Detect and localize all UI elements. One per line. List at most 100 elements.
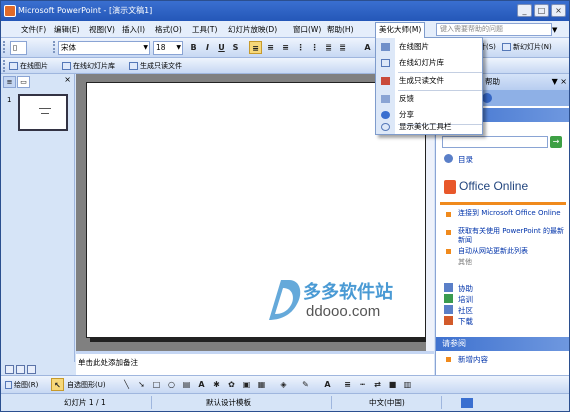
thumb-title-line bbox=[39, 108, 51, 109]
share-icon bbox=[381, 111, 390, 119]
menu-item-show-toolbar[interactable]: 显示美化工具栏 bbox=[376, 119, 482, 135]
menu-beautify-master[interactable]: 美化大师(M) bbox=[375, 22, 426, 38]
document-icon bbox=[381, 77, 390, 85]
link-download[interactable]: 下载 bbox=[458, 316, 473, 327]
close-icon[interactable]: × bbox=[64, 75, 71, 84]
menu-item-readonly-file[interactable]: 生成只读文件 bbox=[376, 73, 482, 89]
draw-icon bbox=[5, 381, 12, 389]
bold-button[interactable]: B bbox=[187, 41, 200, 54]
arrow-style-button[interactable]: ⇄ bbox=[371, 378, 384, 391]
normal-view-button[interactable] bbox=[5, 365, 14, 374]
home-icon[interactable] bbox=[482, 93, 492, 103]
beautify-master-menu: 在线图片 在线幻灯片库 生成只读文件 反馈 分享 显示美化工具栏 bbox=[375, 37, 483, 135]
font-color-button[interactable]: A bbox=[361, 41, 374, 54]
menu-file[interactable]: 文件(F) bbox=[18, 23, 49, 36]
online-picture-button[interactable]: 在线图片 bbox=[8, 60, 48, 72]
align-left-button[interactable]: ≡ bbox=[249, 41, 262, 54]
shadow-style-button[interactable]: ■ bbox=[386, 378, 399, 391]
menu-window[interactable]: 窗口(W) bbox=[290, 23, 324, 36]
menu-edit[interactable]: 编辑(E) bbox=[51, 23, 83, 36]
align-center-button[interactable]: ≡ bbox=[264, 41, 277, 54]
wordart-tool-button[interactable]: A bbox=[195, 378, 208, 391]
textbox-tool-button[interactable]: ▤ bbox=[180, 378, 193, 391]
line-tool-button[interactable]: ╲ bbox=[120, 378, 133, 391]
see-also-header: 请参阅 bbox=[436, 337, 569, 351]
new-slide-icon bbox=[502, 43, 511, 51]
tab-outline[interactable]: ≡ bbox=[3, 76, 16, 88]
select-arrow-button[interactable]: ↖ bbox=[51, 378, 64, 391]
close-button[interactable]: × bbox=[551, 4, 566, 17]
link-news[interactable]: 获取有关使用 PowerPoint 的最新新闻 bbox=[458, 227, 564, 245]
more-link[interactable]: 其他 bbox=[458, 257, 472, 267]
italic-button[interactable]: I bbox=[201, 41, 214, 54]
notes-pane[interactable]: 单击此处添加备注 bbox=[76, 351, 434, 375]
menu-item-online-picture[interactable]: 在线图片 bbox=[376, 39, 482, 55]
menu-item-feedback[interactable]: 反馈 bbox=[376, 91, 482, 107]
fill-color-button[interactable]: ◈ bbox=[277, 378, 290, 391]
slide-number: 1 bbox=[7, 96, 12, 104]
new-slide-button[interactable]: 新幻灯片(N) bbox=[501, 41, 552, 53]
online-slide-library-button[interactable]: 在线幻灯片库 bbox=[61, 60, 115, 72]
readonly-file-button[interactable]: 生成只读文件 bbox=[128, 60, 182, 72]
autoshape-button[interactable]: 自选图形(U) bbox=[67, 379, 106, 391]
font-color-draw-button[interactable]: A bbox=[321, 378, 334, 391]
help-search-input[interactable]: 键入需要帮助的问题 bbox=[436, 23, 552, 36]
new-button[interactable]: ▯ bbox=[10, 41, 27, 55]
line-style-button[interactable]: ≡ bbox=[341, 378, 354, 391]
3d-style-button[interactable]: ▥ bbox=[401, 378, 414, 391]
toc-link[interactable]: 目录 bbox=[458, 154, 473, 165]
minimize-button[interactable]: _ bbox=[517, 4, 532, 17]
link-office-online[interactable]: 连接到 Microsoft Office Online bbox=[458, 209, 562, 218]
clipart-tool-button[interactable]: ✿ bbox=[225, 378, 238, 391]
notes-placeholder: 单击此处添加备注 bbox=[78, 358, 138, 367]
font-name-select[interactable]: 宋体 ▼ bbox=[58, 41, 150, 55]
increase-indent-button[interactable]: ≣ bbox=[336, 41, 349, 54]
menu-item-online-library[interactable]: 在线幻灯片库 bbox=[376, 55, 482, 71]
help-search-field[interactable] bbox=[442, 136, 548, 148]
menu-tools[interactable]: 工具(T) bbox=[189, 23, 220, 36]
numbering-button[interactable]: ⋮ bbox=[294, 41, 307, 54]
arrow-tool-button[interactable]: ➘ bbox=[135, 378, 148, 391]
link-new-content[interactable]: 新增内容 bbox=[458, 354, 488, 365]
addin-toolbar: 在线图片 在线幻灯片库 生成只读文件 bbox=[1, 58, 569, 74]
link-community[interactable]: 社区 bbox=[458, 305, 473, 316]
link-assist[interactable]: 协助 bbox=[458, 283, 473, 294]
toolbar-grip[interactable] bbox=[3, 41, 6, 53]
menu-view[interactable]: 视图(V) bbox=[86, 23, 118, 36]
chart-tool-button[interactable]: ▦ bbox=[255, 378, 268, 391]
menu-help[interactable]: 帮助(H) bbox=[324, 23, 357, 36]
shadow-button[interactable]: S bbox=[229, 41, 242, 54]
menu-format[interactable]: 格式(O) bbox=[152, 23, 185, 36]
oval-tool-button[interactable]: ○ bbox=[165, 378, 178, 391]
dash-style-button[interactable]: ┅ bbox=[356, 378, 369, 391]
menu-insert[interactable]: 插入(I) bbox=[119, 23, 148, 36]
link-training[interactable]: 培训 bbox=[458, 294, 473, 305]
assist-icon bbox=[444, 283, 453, 292]
rectangle-tool-button[interactable]: □ bbox=[150, 378, 163, 391]
toolbar-grip[interactable] bbox=[3, 60, 6, 72]
menu-slideshow[interactable]: 幻灯片放映(D) bbox=[225, 23, 280, 36]
diagram-tool-button[interactable]: ✱ bbox=[210, 378, 223, 391]
link-auto-update[interactable]: 自动从网站更新此列表 bbox=[458, 246, 528, 256]
toolbar-grip[interactable] bbox=[53, 41, 56, 53]
close-icon[interactable]: ▼ × bbox=[552, 74, 567, 90]
font-size-select[interactable]: 18 ▼ bbox=[153, 41, 183, 55]
picture-tool-button[interactable]: ▣ bbox=[240, 378, 253, 391]
slideshow-view-button[interactable] bbox=[27, 365, 36, 374]
bullets-button[interactable]: ⋮ bbox=[308, 41, 321, 54]
align-right-button[interactable]: ≡ bbox=[279, 41, 292, 54]
underline-button[interactable]: U bbox=[215, 41, 228, 54]
decrease-indent-button[interactable]: ≣ bbox=[322, 41, 335, 54]
toc-icon bbox=[444, 154, 453, 163]
slide-thumbnail[interactable] bbox=[18, 94, 68, 131]
library-icon bbox=[62, 62, 71, 70]
search-go-button[interactable]: → bbox=[550, 136, 562, 148]
tab-slides[interactable]: ▭ bbox=[17, 76, 30, 88]
sorter-view-button[interactable] bbox=[16, 365, 25, 374]
line-color-button[interactable]: ✎ bbox=[299, 378, 312, 391]
draw-menu-button[interactable]: 绘图(R) bbox=[4, 379, 38, 391]
chevron-down-icon[interactable]: ▼ bbox=[552, 26, 557, 34]
maximize-button[interactable]: □ bbox=[534, 4, 549, 17]
thumb-subtitle-line bbox=[41, 113, 49, 114]
watermark-url: ddooo.com bbox=[306, 303, 381, 320]
